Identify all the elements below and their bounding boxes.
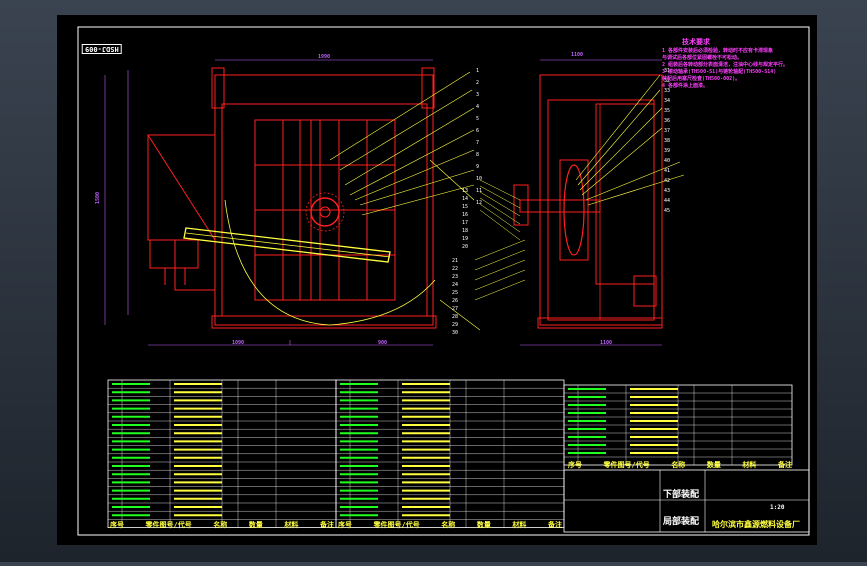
- hdr-name-2: 名称: [441, 521, 456, 529]
- part-number-44: 44: [664, 198, 670, 204]
- hdr-no-3: 序号: [568, 461, 582, 469]
- part-number-7: 7: [476, 140, 479, 146]
- part-number-25: 25: [452, 290, 458, 296]
- part-number-19: 19: [462, 236, 468, 242]
- hdr-name: 名称: [213, 521, 228, 529]
- part-number-39: 39: [664, 148, 670, 154]
- cad-viewport[interactable]: 1 2 3 4 5 6 7 8 9 10 11 12 13 14 15 16 17 18 19 20 21 22 23 24 2…: [0, 0, 867, 562]
- part-number-13: 13: [462, 188, 468, 194]
- part-number-9: 9: [476, 164, 479, 170]
- dim-left: 1090: [232, 340, 245, 346]
- part-number-12: 12: [476, 200, 482, 206]
- hdr-qty: 数量: [248, 521, 263, 529]
- hdr-material-2: 材料: [512, 521, 527, 529]
- part-number-21: 21: [452, 258, 458, 264]
- hdr-remark-2: 备注: [547, 521, 562, 529]
- part-number-37: 37: [664, 128, 670, 134]
- part-number-18: 18: [462, 228, 468, 234]
- technical-notes: 技术要求 1 各部件安装后必须检验，转动时不应有卡滞现象 与调试后各部位紧固螺栓…: [662, 37, 808, 89]
- hdr-code-3: 零件图号/代号: [603, 461, 650, 469]
- table-header-right: 序号 零件图号/代号 名称 数量 材料 备注: [568, 460, 792, 470]
- part-number-30: 30: [452, 330, 458, 336]
- hdr-no: 序号: [110, 521, 124, 529]
- drawing-stamp: HSDJ-009: [82, 44, 122, 54]
- part-number-14: 14: [462, 196, 468, 202]
- part-number-2: 2: [476, 80, 479, 86]
- part-number-28: 28: [452, 314, 458, 320]
- part-number-15: 15: [462, 204, 468, 210]
- hdr-material: 材料: [284, 521, 299, 529]
- part-number-10: 10: [476, 176, 482, 182]
- hdr-qty-3: 数量: [706, 461, 721, 469]
- table-header-mid: 序号 零件图号/代号 名称 数量 材料 备注: [338, 520, 562, 530]
- part-number-11: 11: [476, 188, 482, 194]
- notes-title: 技术要求: [682, 38, 710, 46]
- part-number-6: 6: [476, 128, 479, 134]
- part-number-45: 45: [664, 208, 670, 214]
- hdr-qty-2: 数量: [476, 521, 491, 529]
- part-number-17: 17: [462, 220, 468, 226]
- dim-width: 1990: [318, 54, 331, 60]
- part-number-40: 40: [664, 158, 670, 164]
- note-line-1: 1 各部件安装后必须检验，转动时不应有卡滞现象: [662, 48, 774, 54]
- part-number-29: 29: [452, 322, 458, 328]
- part-number-38: 38: [664, 138, 670, 144]
- part-number-24: 24: [452, 282, 458, 288]
- title-stamp-label: 局部装配: [663, 517, 700, 527]
- part-number-23: 23: [452, 274, 458, 280]
- part-number-20: 20: [462, 244, 468, 250]
- dim-side-left: 1100: [571, 52, 584, 58]
- part-number-22: 22: [452, 266, 458, 272]
- dim-side: 1100: [600, 340, 613, 346]
- title-scale: 1:20: [770, 504, 785, 511]
- part-number-5: 5: [476, 116, 479, 122]
- hdr-no-2: 序号: [338, 521, 352, 529]
- note-line-6: 4 各部件涂上面漆。: [662, 83, 709, 89]
- note-line-4: 3 滚动轴承(TH500-S1)与链轮轴配(TH500-S14): [662, 69, 777, 75]
- part-number-26: 26: [452, 298, 458, 304]
- hdr-name-3: 名称: [671, 461, 686, 469]
- part-number-4: 4: [476, 104, 479, 110]
- dim-right: 900: [378, 340, 388, 346]
- hdr-code-2: 零件图号/代号: [373, 521, 420, 529]
- hdr-remark: 备注: [319, 521, 334, 529]
- note-line-5: 装配后用塞尺检查(TH500-002)。: [662, 76, 741, 82]
- part-number-43: 43: [664, 188, 670, 194]
- part-number-34: 34: [664, 98, 670, 104]
- note-line-2: 与调试后各部位紧固螺栓不可松动。: [662, 55, 743, 61]
- part-number-8: 8: [476, 152, 479, 158]
- part-number-42: 42: [664, 178, 670, 184]
- part-number-35: 35: [664, 108, 670, 114]
- part-number-41: 41: [664, 168, 670, 174]
- part-number-36: 36: [664, 118, 670, 124]
- part-number-1: 1: [476, 68, 479, 74]
- note-line-3: 2 组装后各转动部分表面清洁，注油中心线与规定平行。: [662, 62, 789, 68]
- hdr-material-3: 材料: [742, 461, 757, 469]
- title-drawing-name: 下部装配: [663, 490, 700, 500]
- part-number-3: 3: [476, 92, 479, 98]
- part-number-27: 27: [452, 306, 458, 312]
- title-company: 哈尔滨市鑫源燃料设备厂: [712, 520, 800, 529]
- table-header-left: 序号 零件图号/代号 名称 数量 材料 备注: [110, 520, 334, 530]
- part-number-16: 16: [462, 212, 468, 218]
- hdr-code: 零件图号/代号: [145, 521, 192, 529]
- dim-height: 1500: [95, 191, 102, 205]
- hdr-remark-3: 备注: [777, 461, 792, 469]
